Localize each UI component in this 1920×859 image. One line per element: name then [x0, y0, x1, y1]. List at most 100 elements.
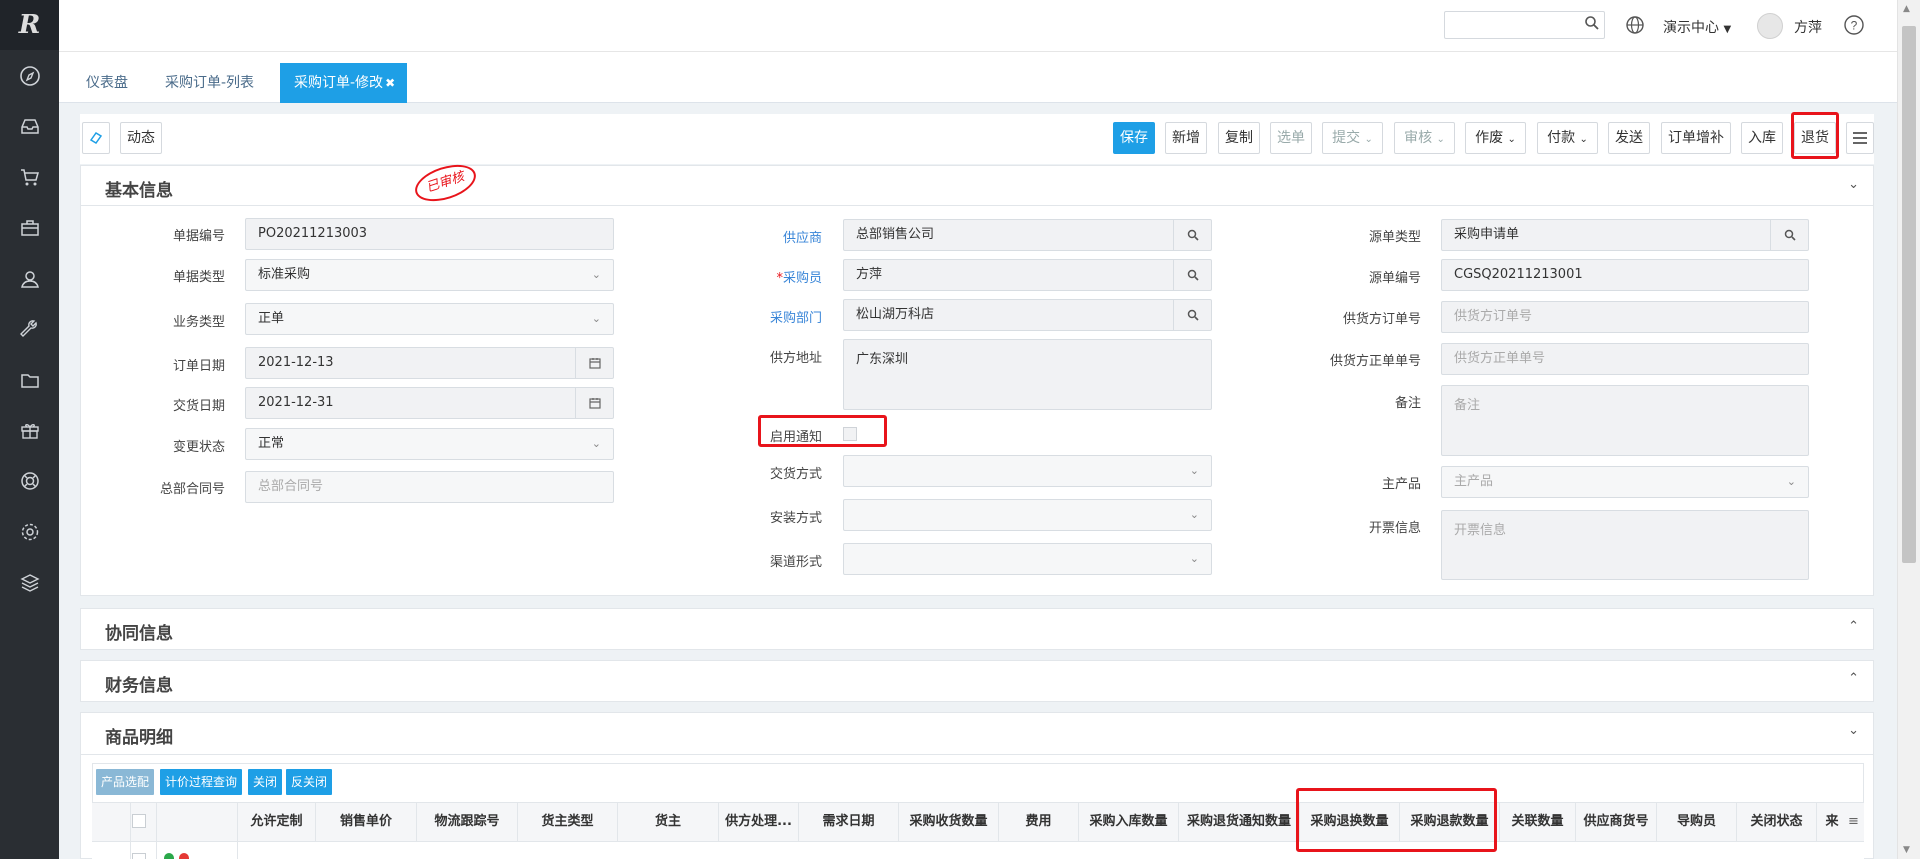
page-scrollbar[interactable]: ▲ ▼	[1897, 0, 1920, 859]
install-method-select[interactable]: ⌄	[843, 499, 1212, 531]
invoice-textarea[interactable]: 开票信息	[1441, 510, 1809, 580]
collab-info-panel[interactable]: 协同信息 ⌃	[80, 608, 1874, 650]
column-header[interactable]: 需求日期	[799, 802, 899, 842]
delivery-method-select[interactable]: ⌄	[843, 455, 1212, 487]
settings-icon[interactable]	[0, 507, 59, 557]
app-logo[interactable]: R	[0, 0, 59, 50]
select-all-checkbox[interactable]	[132, 814, 146, 828]
submit-button[interactable]: 提交 ⌄	[1322, 122, 1383, 154]
more-menu-button[interactable]	[1846, 122, 1874, 154]
chevron-up-icon[interactable]: ⌃	[1848, 619, 1859, 634]
source-type-field[interactable]: 采购申请单	[1441, 219, 1809, 251]
column-header[interactable]: 费用	[999, 802, 1079, 842]
column-menu-icon[interactable]: ≡	[1848, 814, 1859, 829]
channel-select[interactable]: ⌄	[843, 543, 1212, 575]
remark-textarea[interactable]: 备注	[1441, 385, 1809, 456]
refresh-button[interactable]	[82, 122, 110, 154]
gift-icon[interactable]	[0, 405, 59, 455]
chevron-down-icon[interactable]: ⌄	[1848, 177, 1859, 192]
select-button[interactable]: 选单	[1270, 122, 1312, 154]
product-config-button[interactable]: 产品选配	[96, 769, 155, 795]
column-header[interactable]: 销售单价	[316, 802, 417, 842]
briefcase-icon[interactable]	[0, 203, 59, 253]
column-header[interactable]: 货主类型	[518, 802, 618, 842]
buyer-label[interactable]: *采购员	[720, 267, 822, 286]
user-name[interactable]: 方萍	[1794, 17, 1822, 37]
supplier-field[interactable]: 总部销售公司	[843, 219, 1212, 251]
column-header[interactable]: 物流跟踪号	[417, 802, 518, 842]
doc-type-select[interactable]: 标准采购 ⌄	[245, 259, 614, 291]
order-date-field[interactable]: 2021-12-13	[245, 347, 614, 379]
column-header[interactable]: 采购收货数量	[899, 802, 999, 842]
global-search-input[interactable]	[1444, 11, 1605, 39]
scroll-up-icon[interactable]: ▲	[1903, 4, 1910, 14]
close-icon[interactable]: ✖	[385, 76, 395, 90]
pricing-query-button[interactable]: 计价过程查询	[160, 769, 243, 795]
dept-label[interactable]: 采购部门	[720, 307, 822, 326]
user-icon[interactable]	[0, 254, 59, 304]
wrench-icon[interactable]	[0, 304, 59, 354]
row-checkbox[interactable]	[132, 853, 146, 859]
chevron-down-icon[interactable]: ⌄	[1848, 723, 1859, 738]
chevron-up-icon[interactable]: ⌃	[1848, 671, 1859, 686]
supplier-label[interactable]: 供应商	[720, 227, 822, 246]
compass-icon[interactable]	[0, 51, 59, 101]
order-no-field[interactable]: PO20211213003	[245, 218, 614, 250]
folder-icon[interactable]	[0, 355, 59, 405]
scrollbar-thumb[interactable]	[1902, 26, 1916, 563]
cart-icon[interactable]	[0, 152, 59, 202]
search-icon[interactable]	[1770, 220, 1808, 250]
tab-po-list[interactable]: 采购订单-列表	[153, 63, 266, 103]
audit-button[interactable]: 审核 ⌄	[1394, 122, 1455, 154]
save-button[interactable]: 保存	[1113, 122, 1155, 154]
biz-type-select[interactable]: 正单 ⌄	[245, 303, 614, 335]
column-header[interactable]: 供方处理...	[719, 802, 799, 842]
scroll-down-icon[interactable]: ▼	[1903, 845, 1910, 855]
column-header[interactable]: 来	[1817, 802, 1847, 842]
search-icon[interactable]	[1173, 220, 1211, 250]
tab-dashboard[interactable]: 仪表盘	[74, 63, 140, 103]
column-header[interactable]: 关闭状态	[1737, 802, 1817, 842]
finance-info-panel[interactable]: 财务信息 ⌃	[80, 660, 1874, 702]
layers-icon[interactable]	[0, 558, 59, 608]
column-header[interactable]: 采购入库数量	[1079, 802, 1179, 842]
supplier-addr-textarea[interactable]: 广东深圳	[843, 339, 1212, 410]
globe-icon[interactable]	[1625, 15, 1645, 39]
hq-contract-input[interactable]: 总部合同号	[245, 471, 614, 503]
reopen-row-button[interactable]: 反关闭	[286, 769, 333, 795]
search-icon[interactable]	[1173, 260, 1211, 290]
tab-po-edit[interactable]: 采购订单-修改 ✖	[280, 63, 407, 103]
supplier-formal-input[interactable]: 供货方正单单号	[1441, 343, 1809, 375]
main-product-select[interactable]: 主产品 ⌄	[1441, 466, 1809, 498]
stock-in-button[interactable]: 入库	[1741, 122, 1783, 154]
change-status-select[interactable]: 正常 ⌄	[245, 428, 614, 460]
copy-button[interactable]: 复制	[1218, 122, 1260, 154]
column-header[interactable]: 导购员	[1657, 802, 1737, 842]
void-button[interactable]: 作废 ⌄	[1465, 122, 1526, 154]
inbox-icon[interactable]	[0, 101, 59, 151]
new-button[interactable]: 新增	[1165, 122, 1207, 154]
buyer-field[interactable]: 方萍	[843, 259, 1212, 291]
center-menu[interactable]: 演示中心 ▼	[1663, 17, 1731, 37]
column-header[interactable]: 供应商货号	[1576, 802, 1657, 842]
close-row-button[interactable]: 关闭	[248, 769, 283, 795]
column-header[interactable]: 关联数量	[1500, 802, 1576, 842]
search-icon[interactable]	[1584, 15, 1600, 35]
payment-button[interactable]: 付款 ⌄	[1537, 122, 1598, 154]
column-header[interactable]: 允许定制	[238, 802, 316, 842]
calendar-icon[interactable]	[575, 388, 613, 418]
avatar[interactable]	[1757, 13, 1783, 39]
send-button[interactable]: 发送	[1608, 122, 1650, 154]
lifebuoy-icon[interactable]	[0, 456, 59, 506]
delivery-date-field[interactable]: 2021-12-31	[245, 387, 614, 419]
column-header[interactable]: 货主	[618, 802, 719, 842]
help-icon[interactable]: ?	[1843, 14, 1865, 40]
source-no-field[interactable]: CGSQ20211213001	[1441, 259, 1809, 291]
order-supplement-button[interactable]: 订单增补	[1661, 122, 1731, 154]
calendar-icon[interactable]	[575, 348, 613, 378]
column-header[interactable]: 采购退货通知数量	[1179, 802, 1300, 842]
dept-field[interactable]: 松山湖万科店	[843, 299, 1212, 331]
supplier-order-input[interactable]: 供货方订单号	[1441, 301, 1809, 333]
search-icon[interactable]	[1173, 300, 1211, 330]
log-button[interactable]: 动态	[120, 122, 162, 154]
